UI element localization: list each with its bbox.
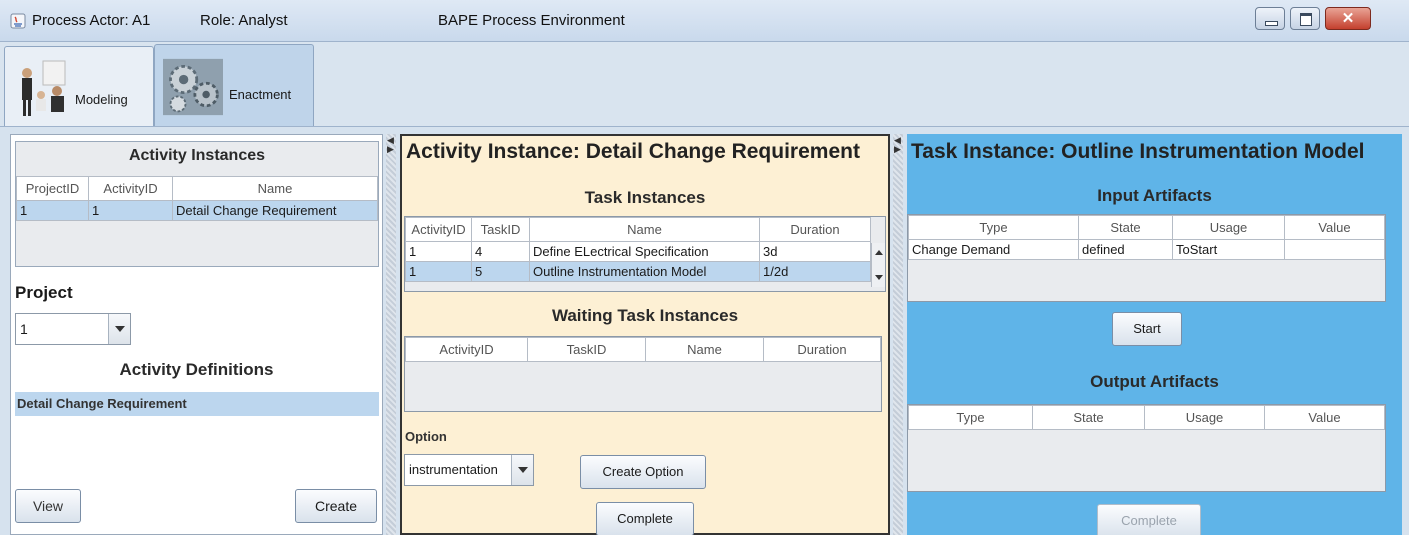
project-label: Project: [15, 283, 73, 302]
column-header[interactable]: ActivityID: [405, 217, 472, 242]
column-header[interactable]: Value: [1284, 215, 1385, 240]
task-instances-table: ActivityID TaskID Name Duration 1 4 Defi…: [405, 217, 871, 282]
column-header[interactable]: State: [1078, 215, 1173, 240]
gears-icon: [163, 58, 223, 116]
activity-instance-title: Activity Instance: Detail Change Require…: [406, 140, 860, 163]
table-cell: Detail Change Requirement: [172, 200, 378, 221]
splitter-left[interactable]: ◀ ▶: [386, 134, 396, 535]
column-header[interactable]: Duration: [763, 337, 881, 362]
column-header[interactable]: Usage: [1172, 215, 1285, 240]
table-cell: 1/2d: [759, 261, 871, 282]
chevron-down-icon[interactable]: [108, 314, 130, 344]
column-header[interactable]: ActivityID: [88, 176, 173, 201]
scroll-up-icon[interactable]: [872, 243, 885, 263]
table-cell: Outline Instrumentation Model: [529, 261, 760, 282]
table-cell: 1: [405, 241, 472, 262]
table-cell: 3d: [759, 241, 871, 262]
role-label: Role: Analyst: [200, 12, 288, 29]
input-artifacts-heading: Input Artifacts: [1097, 186, 1212, 205]
table-row[interactable]: 1 1 Detail Change Requirement: [16, 200, 378, 221]
column-header[interactable]: ProjectID: [16, 176, 89, 201]
waiting-tasks-table: ActivityID TaskID Name Duration: [405, 337, 881, 362]
task-instance-panel: Task Instance: Outline Instrumentation M…: [907, 134, 1402, 535]
table-row[interactable]: 1 4 Define ELectrical Specification 3d: [405, 241, 871, 262]
process-actor-label: Process Actor: A1: [32, 12, 151, 29]
input-artifacts-table: Type State Usage Value Change Demand def…: [908, 215, 1385, 260]
option-select-value: instrumentation: [409, 462, 498, 477]
activity-instances-box: Activity Instances ProjectID ActivityID …: [15, 141, 379, 267]
minimize-button[interactable]: [1255, 7, 1285, 30]
complete-activity-button[interactable]: Complete: [596, 502, 694, 535]
output-artifacts-table: Type State Usage Value: [908, 405, 1385, 430]
column-header[interactable]: Type: [908, 215, 1079, 240]
table-cell: Change Demand: [908, 239, 1079, 260]
tab-modeling-label: Modeling: [75, 92, 128, 107]
close-button[interactable]: ✕: [1325, 7, 1371, 30]
splitter-right[interactable]: ◀ ▶: [893, 134, 903, 535]
input-artifacts-table-container: Type State Usage Value Change Demand def…: [907, 214, 1386, 302]
output-artifacts-heading: Output Artifacts: [1090, 372, 1219, 391]
column-header[interactable]: State: [1032, 405, 1145, 430]
tab-enactment[interactable]: Enactment: [154, 44, 314, 126]
column-header[interactable]: ActivityID: [405, 337, 528, 362]
activity-instances-table: ProjectID ActivityID Name 1 1 Detail Cha…: [16, 176, 378, 221]
tab-modeling[interactable]: Modeling: [4, 46, 154, 126]
complete-task-button[interactable]: Complete: [1097, 504, 1201, 535]
table-cell: 1: [88, 200, 173, 221]
meeting-people-icon: [22, 60, 66, 116]
create-option-button[interactable]: Create Option: [580, 455, 706, 489]
window-title: BAPE Process Environment: [438, 12, 625, 29]
create-button[interactable]: Create: [295, 489, 377, 523]
table-cell: 1: [405, 261, 472, 282]
start-button[interactable]: Start: [1112, 312, 1182, 346]
chevron-down-icon[interactable]: [511, 455, 533, 485]
column-header[interactable]: Name: [172, 176, 378, 201]
activity-instances-heading: Activity Instances: [128, 147, 266, 164]
scroll-down-icon[interactable]: [872, 267, 885, 287]
column-header[interactable]: Name: [645, 337, 764, 362]
output-artifacts-table-container: Type State Usage Value: [907, 404, 1386, 492]
task-instance-title: Task Instance: Outline Instrumentation M…: [911, 140, 1365, 163]
table-cell[interactable]: [1284, 239, 1385, 260]
table-row[interactable]: 1 5 Outline Instrumentation Model 1/2d: [405, 261, 871, 282]
mode-tab-strip: Modeling Enactment: [0, 42, 1409, 127]
option-label: Option: [405, 429, 447, 444]
column-header[interactable]: TaskID: [527, 337, 646, 362]
column-header[interactable]: TaskID: [471, 217, 530, 242]
column-header[interactable]: Value: [1264, 405, 1385, 430]
task-table-scrollbar[interactable]: [871, 243, 885, 287]
table-cell: 4: [471, 241, 530, 262]
maximize-button[interactable]: [1290, 7, 1320, 30]
column-header[interactable]: Name: [529, 217, 760, 242]
column-header[interactable]: Duration: [759, 217, 871, 242]
option-select[interactable]: instrumentation: [404, 454, 534, 486]
table-cell: 1: [16, 200, 89, 221]
activity-instances-panel: Activity Instances ProjectID ActivityID …: [10, 134, 383, 535]
column-header[interactable]: Usage: [1144, 405, 1265, 430]
project-select[interactable]: 1: [15, 313, 131, 345]
project-select-value: 1: [20, 321, 28, 337]
activity-instance-panel: Activity Instance: Detail Change Require…: [400, 134, 890, 535]
table-cell: defined: [1078, 239, 1173, 260]
close-icon: ✕: [1341, 10, 1355, 27]
task-instances-table-container: ActivityID TaskID Name Duration 1 4 Defi…: [404, 216, 886, 292]
waiting-tasks-table-container: ActivityID TaskID Name Duration: [404, 336, 882, 412]
view-button[interactable]: View: [15, 489, 81, 523]
tab-enactment-label: Enactment: [229, 87, 292, 102]
column-header[interactable]: Type: [908, 405, 1033, 430]
table-cell: 5: [471, 261, 530, 282]
java-app-icon: [10, 13, 26, 29]
table-cell: Define ELectrical Specification: [529, 241, 760, 262]
window-titlebar: Process Actor: A1 Role: Analyst BAPE Pro…: [0, 0, 1409, 42]
task-instances-heading: Task Instances: [584, 188, 706, 207]
activity-definitions-heading: Activity Definitions: [119, 360, 274, 379]
waiting-task-instances-heading: Waiting Task Instances: [551, 306, 739, 325]
table-row[interactable]: Change Demand defined ToStart: [908, 239, 1385, 260]
list-item[interactable]: Detail Change Requirement: [15, 392, 379, 416]
table-cell: ToStart: [1172, 239, 1285, 260]
